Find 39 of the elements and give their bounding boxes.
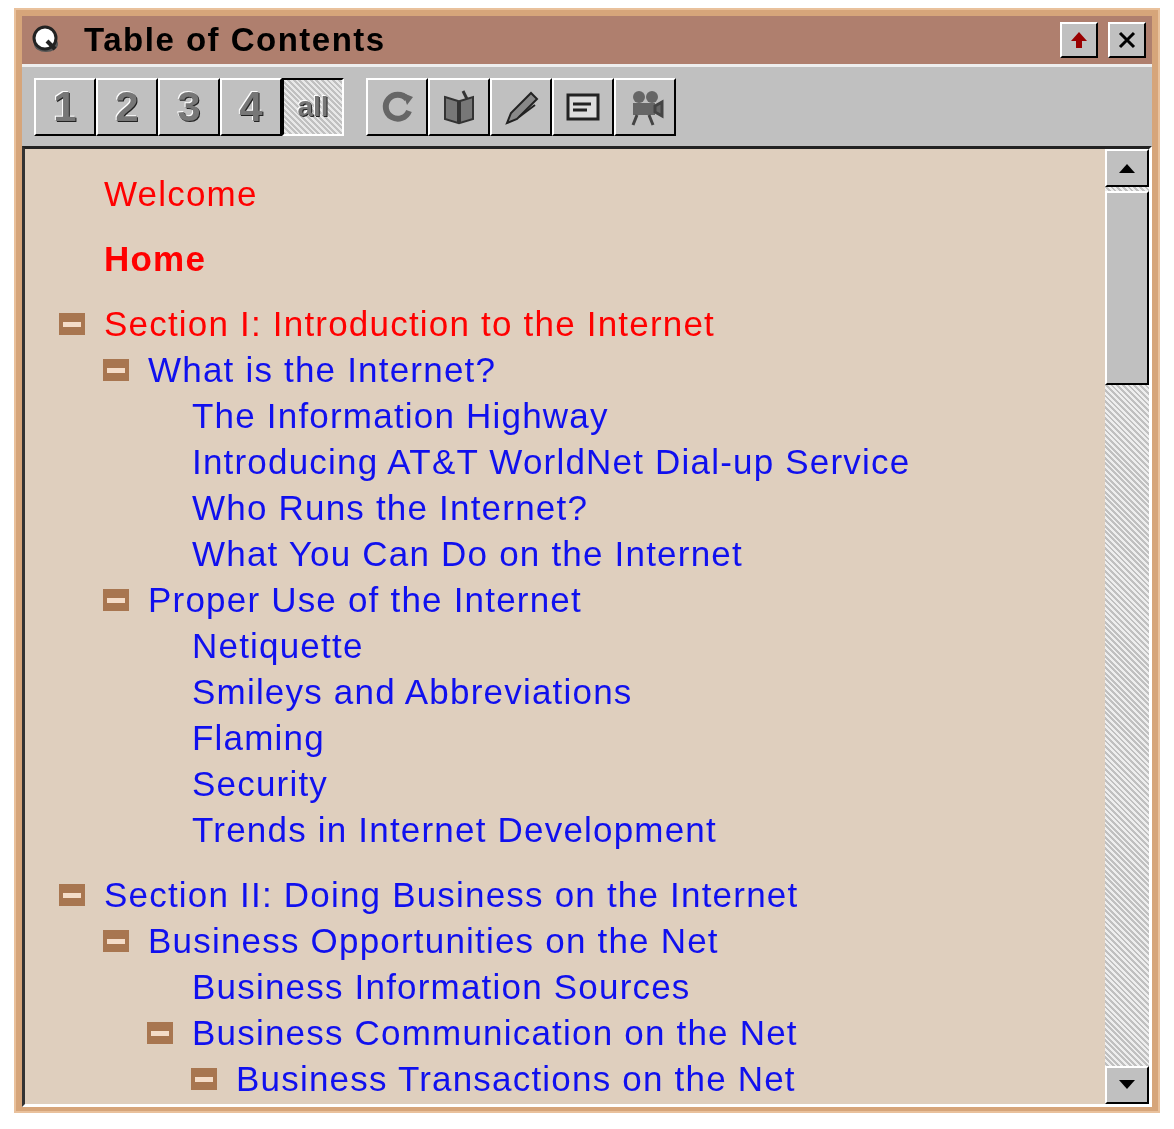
raise-button[interactable] [1060, 22, 1098, 58]
scrollbar[interactable] [1105, 149, 1149, 1104]
sync-icon[interactable] [366, 77, 428, 136]
pencil-icon[interactable] [490, 77, 552, 136]
collapse-icon[interactable] [59, 313, 85, 335]
close-icon [1117, 30, 1137, 50]
close-button[interactable] [1108, 22, 1146, 58]
movie-camera-icon[interactable] [614, 77, 676, 136]
toc-link[interactable]: Security [192, 764, 329, 804]
down-triangle-icon [1117, 1079, 1137, 1091]
scroll-up-button[interactable] [1105, 149, 1149, 187]
toc-link[interactable]: Business Information Sources [192, 967, 691, 1007]
toc-link[interactable]: Business Transactions on the Net [236, 1059, 796, 1099]
window-title: Table of Contents [84, 21, 386, 59]
collapse-icon[interactable] [191, 1068, 217, 1090]
scroll-thumb[interactable] [1105, 191, 1149, 385]
toc-link[interactable]: Section II: Doing Business on the Internet [104, 875, 799, 915]
toc-link[interactable]: What is the Internet? [148, 350, 497, 390]
toc-link[interactable]: Trends in Internet Development [192, 810, 717, 850]
toc-link[interactable]: What You Can Do on the Internet [192, 534, 743, 574]
toc-link[interactable]: Proper Use of the Internet [148, 580, 582, 620]
note-icon[interactable] [552, 77, 614, 136]
toc-link[interactable]: Business Communication on the Net [192, 1013, 798, 1053]
up-arrow-icon [1069, 30, 1089, 50]
toc-link[interactable]: Netiquette [192, 626, 364, 666]
up-triangle-icon [1117, 162, 1137, 174]
book-icon[interactable] [428, 77, 490, 136]
collapse-icon[interactable] [103, 359, 129, 381]
scroll-down-button[interactable] [1105, 1066, 1149, 1104]
toc-link[interactable]: Business Opportunities on the Net [148, 921, 719, 961]
toc-link[interactable]: Smileys and Abbreviations [192, 672, 633, 712]
collapse-icon[interactable] [147, 1022, 173, 1044]
collapse-icon[interactable] [103, 930, 129, 952]
toc-link[interactable]: The Information Highway [192, 396, 609, 436]
toc-link[interactable]: Introducing AT&T WorldNet Dial-up Service [192, 442, 911, 482]
collapse-icon[interactable] [59, 884, 85, 906]
toc-link[interactable]: Flaming [192, 718, 325, 758]
toc-link[interactable]: Who Runs the Internet? [192, 488, 589, 528]
collapse-icon[interactable] [103, 589, 129, 611]
